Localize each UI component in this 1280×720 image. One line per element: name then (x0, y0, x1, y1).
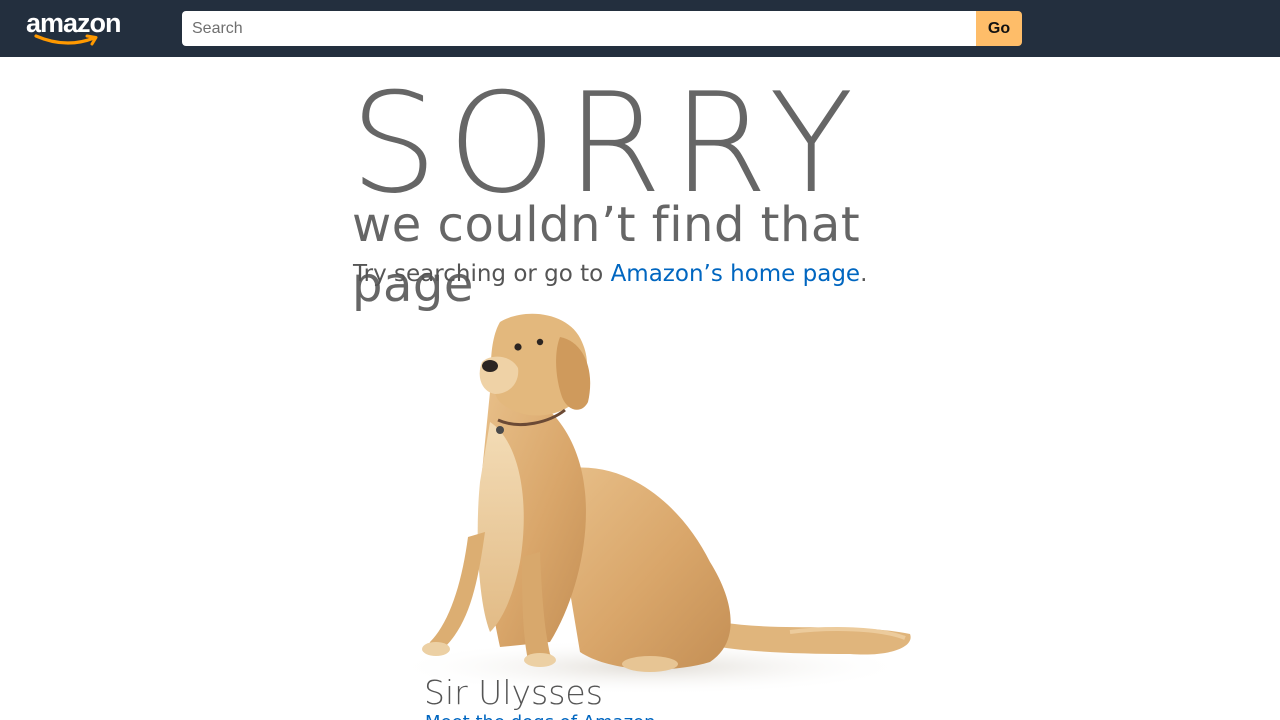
search-form: Go (182, 11, 1022, 46)
hint-prefix: Try searching or go to (353, 261, 611, 287)
top-nav-bar: amazon Go (0, 0, 1280, 57)
dog-name: Sir Ulysses (424, 673, 603, 712)
error-heading: SORRY (350, 63, 864, 224)
search-input[interactable] (182, 11, 976, 46)
amazon-logo[interactable]: amazon (26, 8, 130, 48)
home-page-link[interactable]: Amazon’s home page (611, 261, 861, 287)
hint-suffix: . (860, 261, 868, 287)
go-button[interactable]: Go (976, 11, 1022, 46)
error-content: SORRY we couldn’t find that page Try sea… (350, 57, 970, 720)
error-hint: Try searching or go to Amazon’s home pag… (353, 259, 867, 289)
smile-arrow-icon (34, 34, 98, 46)
meet-the-dogs-link[interactable]: Meet the dogs of Amazon (425, 712, 656, 720)
error-subtitle: we couldn’t find that page (352, 197, 861, 313)
dog-photo (390, 313, 911, 695)
